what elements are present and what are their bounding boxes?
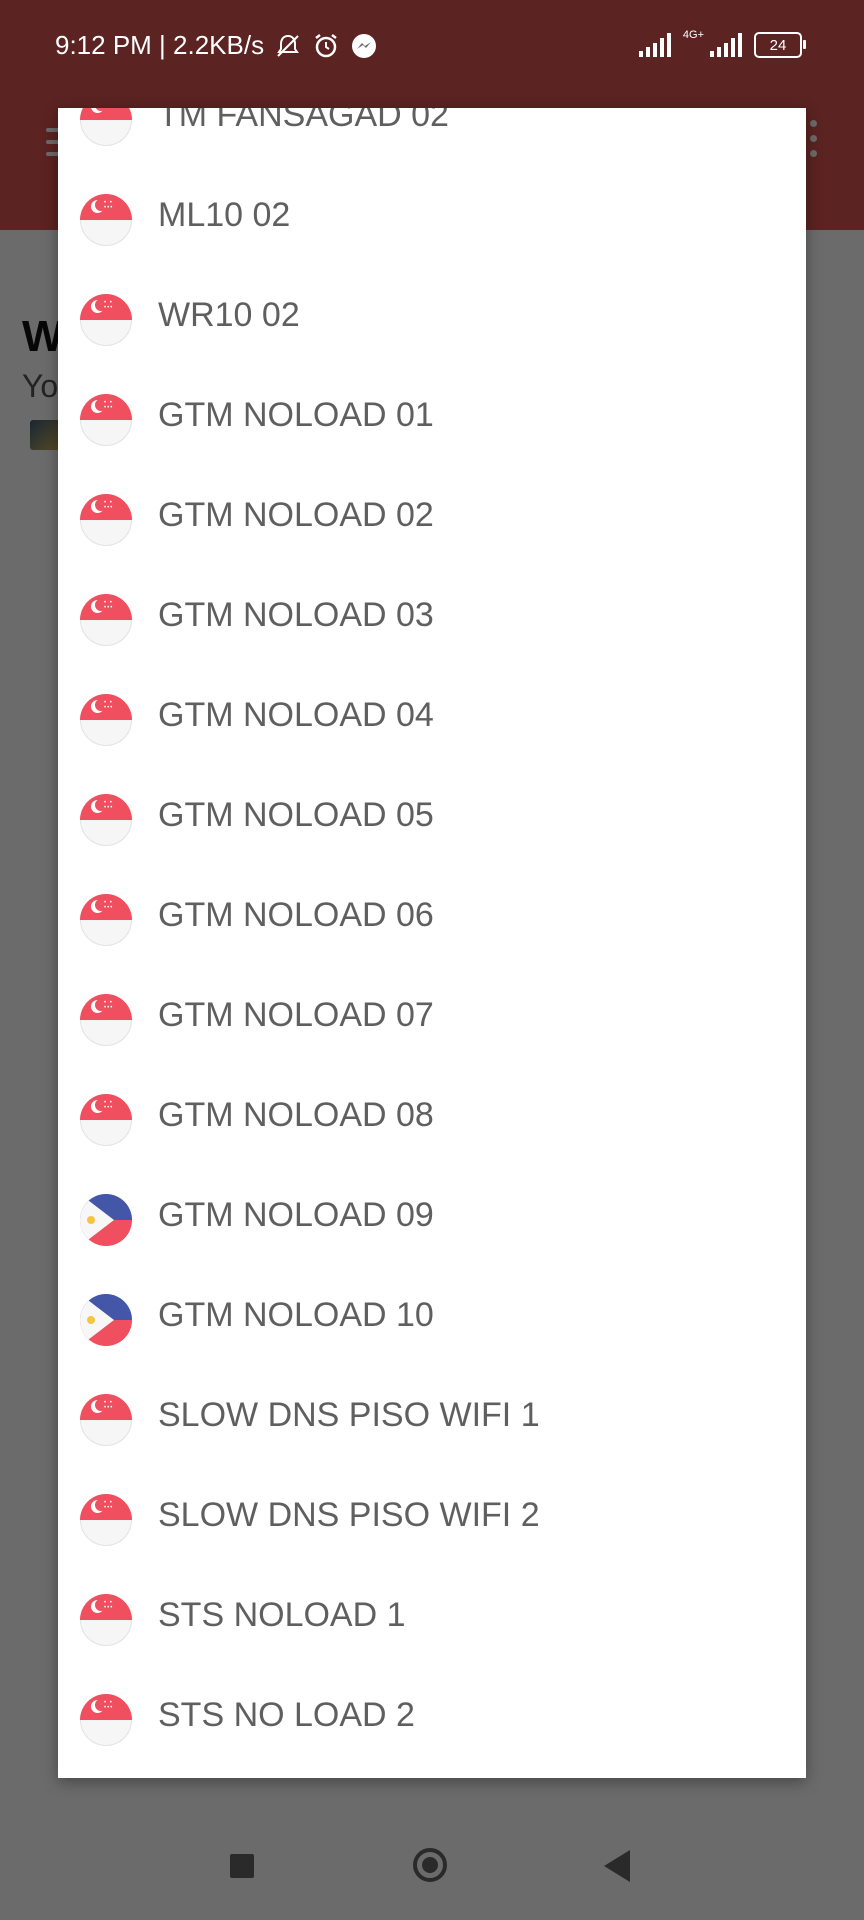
server-list-item[interactable]: • • ••• GTM NOLOAD 03 bbox=[58, 570, 806, 670]
server-list-item[interactable]: • • ••• GTM NOLOAD 08 bbox=[58, 1070, 806, 1170]
philippines-flag-icon bbox=[80, 1294, 132, 1346]
network-type: 4G+ bbox=[682, 29, 704, 41]
server-list-item[interactable]: • • ••• GTM NOLOAD 01 bbox=[58, 370, 806, 470]
navigation-bar bbox=[0, 1800, 864, 1920]
server-name: GTM NOLOAD 10 bbox=[158, 1296, 434, 1334]
signal-icon bbox=[638, 33, 671, 57]
server-list-item[interactable]: • • ••• ML10 02 bbox=[58, 170, 806, 270]
server-list-item[interactable]: • • ••• SLOW DNS PISO WIFI 1 bbox=[58, 1370, 806, 1470]
status-bar: 9:12 PM | 2.2KB/s 4G+ 24 bbox=[0, 0, 864, 72]
status-time-speed: 9:12 PM | 2.2KB/s bbox=[55, 30, 265, 60]
server-name: GTM NOLOAD 04 bbox=[158, 696, 434, 734]
server-list-item[interactable]: • • ••• WR10 02 bbox=[58, 270, 806, 370]
singapore-flag-icon: • •••• bbox=[80, 694, 132, 746]
recent-apps-icon[interactable] bbox=[230, 1854, 254, 1878]
server-name: GTM NOLOAD 06 bbox=[158, 896, 434, 934]
server-name: GTM NOLOAD 07 bbox=[158, 996, 434, 1034]
server-name: TM FANSAGAD 02 bbox=[158, 108, 449, 134]
server-name: SLOW DNS PISO WIFI 1 bbox=[158, 1396, 540, 1434]
home-icon[interactable] bbox=[413, 1848, 447, 1882]
server-name: GTM NOLOAD 05 bbox=[158, 796, 434, 834]
server-list-item[interactable]: • • ••• STS NOLOAD 1 bbox=[58, 1570, 806, 1670]
singapore-flag-icon: • •••• bbox=[80, 1494, 132, 1546]
server-list-item[interactable]: • • ••• GTM NOLOAD 06 bbox=[58, 870, 806, 970]
philippines-flag-icon bbox=[80, 1194, 132, 1246]
server-list-item[interactable]: • • ••• SLOW DNS PISO WIFI 2 bbox=[58, 1470, 806, 1570]
messenger-icon bbox=[350, 32, 378, 60]
singapore-flag-icon: • •••• bbox=[80, 108, 132, 146]
singapore-flag-icon: • •••• bbox=[80, 1594, 132, 1646]
server-list-item[interactable]: GTM NOLOAD 10 bbox=[58, 1270, 806, 1370]
server-list-item[interactable]: • • ••• GTM NOLOAD 02 bbox=[58, 470, 806, 570]
alarm-icon bbox=[312, 32, 340, 60]
server-name: GTM NOLOAD 08 bbox=[158, 1096, 434, 1134]
server-name: SLOW DNS PISO WIFI 2 bbox=[158, 1496, 540, 1534]
singapore-flag-icon: • •••• bbox=[80, 1094, 132, 1146]
singapore-flag-icon: • •••• bbox=[80, 1394, 132, 1446]
singapore-flag-icon: • •••• bbox=[80, 994, 132, 1046]
singapore-flag-icon: • •••• bbox=[80, 594, 132, 646]
server-name: GTM NOLOAD 03 bbox=[158, 596, 434, 634]
server-select-dialog: • •••• TM FANSAGAD 02 • •••• ML10 02 • •••• W… bbox=[58, 108, 806, 1778]
server-name: STS NO LOAD 2 bbox=[158, 1696, 415, 1734]
server-list-item[interactable]: • • ••• GTM NOLOAD 07 bbox=[58, 970, 806, 1070]
singapore-flag-icon: • •••• bbox=[80, 794, 132, 846]
server-name: GTM NOLOAD 09 bbox=[158, 1196, 434, 1234]
server-list-item[interactable]: • • ••• GTM NOLOAD 05 bbox=[58, 770, 806, 870]
singapore-flag-icon: • •••• bbox=[80, 194, 132, 246]
singapore-flag-icon: • •••• bbox=[80, 1694, 132, 1746]
server-name: GTM NOLOAD 01 bbox=[158, 396, 434, 434]
server-name: ML10 02 bbox=[158, 196, 291, 234]
signal-icon-2 bbox=[710, 33, 742, 57]
mute-bell-icon bbox=[274, 32, 302, 60]
server-list-item[interactable]: • •••• TM FANSAGAD 02 bbox=[58, 108, 806, 170]
server-list-item[interactable]: • • ••• STS NO LOAD 2 bbox=[58, 1670, 806, 1770]
battery-icon: 24 bbox=[754, 32, 806, 58]
server-name: GTM NOLOAD 02 bbox=[158, 496, 434, 534]
singapore-flag-icon: • •••• bbox=[80, 394, 132, 446]
server-list-item[interactable]: GTM NOLOAD 09 bbox=[58, 1170, 806, 1270]
singapore-flag-icon: • •••• bbox=[80, 494, 132, 546]
back-icon[interactable] bbox=[604, 1850, 630, 1882]
singapore-flag-icon: • •••• bbox=[80, 894, 132, 946]
server-name: WR10 02 bbox=[158, 296, 300, 334]
battery-level: 24 bbox=[769, 36, 787, 54]
server-name: STS NOLOAD 1 bbox=[158, 1596, 406, 1634]
server-list-item[interactable]: • • ••• GTM NOLOAD 04 bbox=[58, 670, 806, 770]
server-list: • •••• TM FANSAGAD 02 • •••• ML10 02 • •••• W… bbox=[58, 108, 806, 1770]
singapore-flag-icon: • •••• bbox=[80, 294, 132, 346]
